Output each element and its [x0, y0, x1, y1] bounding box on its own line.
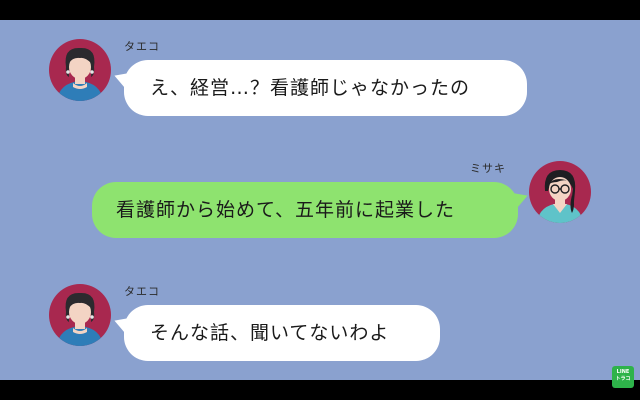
message-text: 看護師から始めて、五年前に起業した: [116, 199, 456, 221]
woman-avatar-icon: [49, 284, 111, 346]
sender-name: タエコ: [124, 285, 160, 298]
message-text: そんな話、聞いてないわよ: [150, 322, 390, 344]
message-text: え、経営…？看護師じゃなかったの: [150, 77, 471, 99]
logo-line-1: LINE: [616, 369, 630, 375]
channel-logo: LINE トラコ: [612, 366, 634, 388]
avatar-taeko[interactable]: [49, 284, 111, 346]
woman-avatar-icon: [49, 39, 111, 101]
logo-line-2: トラコ: [615, 376, 631, 382]
avatar-misaki[interactable]: [529, 161, 591, 223]
video-frame: タエコ え、経営…？看護師じゃなかったの ミサキ 看護師から始めて、五年前に起業: [0, 0, 640, 400]
sender-name: タエコ: [124, 40, 160, 53]
woman-with-glasses-avatar-icon: [529, 161, 591, 223]
avatar-taeko[interactable]: [49, 39, 111, 101]
message-bubble-incoming[interactable]: え、経営…？看護師じゃなかったの: [124, 60, 527, 116]
chat-area: タエコ え、経営…？看護師じゃなかったの ミサキ 看護師から始めて、五年前に起業: [0, 20, 640, 380]
message-bubble-outgoing[interactable]: 看護師から始めて、五年前に起業した: [92, 182, 518, 238]
sender-name: ミサキ: [470, 162, 506, 175]
message-bubble-incoming[interactable]: そんな話、聞いてないわよ: [124, 305, 440, 361]
